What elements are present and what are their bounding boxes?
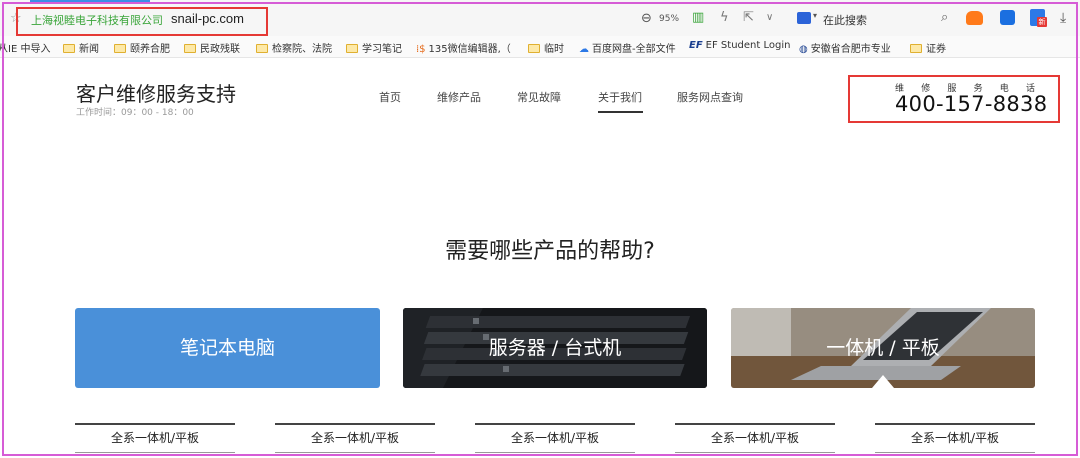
bookmark-folder-news[interactable]: 新闻 — [63, 40, 99, 55]
bookmark-baidu-pan[interactable]: ☁ 百度网盘-全部文件 — [579, 40, 679, 55]
folder-icon — [528, 44, 540, 53]
bookmark-ef-login[interactable]: EF EF Student Login — [689, 40, 790, 51]
bookmark-folder-court[interactable]: 检察院、法院 — [256, 40, 332, 55]
zoom-icon[interactable]: ⊖ — [641, 11, 652, 26]
nav-common-faults[interactable]: 常见故障 — [517, 89, 561, 105]
nav-repair-products[interactable]: 维修产品 — [437, 89, 481, 105]
search-input[interactable]: 在此搜索 — [823, 12, 867, 28]
nav-home[interactable]: 首页 — [379, 89, 401, 105]
folder-icon — [184, 44, 196, 53]
ef-logo-icon: EF — [689, 40, 703, 51]
subtab-item[interactable]: 全系一体机/平板 — [75, 423, 235, 453]
share-icon[interactable]: ⇱ — [743, 10, 754, 25]
folder-icon — [256, 44, 268, 53]
bookmark-folder-minzheng[interactable]: 民政残联 — [184, 40, 240, 55]
bookmark-anhui[interactable]: ◍ 安徽省合肥市专业 — [799, 40, 899, 55]
folder-icon — [346, 44, 358, 53]
active-card-pointer — [872, 375, 894, 388]
editor-icon: ⁞$ — [416, 44, 426, 55]
folder-icon — [63, 44, 75, 53]
game-icon[interactable] — [966, 11, 983, 25]
search-icon[interactable]: ⌕ — [941, 10, 948, 25]
bookmark-135-editor[interactable]: ⁞$ 135微信编辑器,（ — [416, 40, 520, 55]
card-label: 笔记本电脑 — [179, 337, 275, 359]
zoom-level[interactable]: 95% — [659, 14, 679, 24]
chevron-down-icon[interactable]: ∨ — [766, 12, 773, 23]
nav-service-locator[interactable]: 服务网点查询 — [677, 89, 743, 105]
folder-icon — [114, 44, 126, 53]
bookmark-folder-stocks[interactable]: 证券 — [910, 40, 946, 55]
url-highlight-box — [16, 7, 268, 36]
address-bar: ☆ 上海视睦电子科技有限公司 snail-pc.com ⊖ 95% ▥ ϟ ⇱ … — [0, 0, 1080, 36]
work-hours: 工作时间：09：00 - 18：00 — [76, 108, 194, 118]
bookmarks-bar: 从IE 中导入 新闻 颐养合肥 民政残联 检察院、法院 学习笔记 ⁞$ 135微信… — [0, 36, 1080, 58]
bookmark-folder-yiyang[interactable]: 颐养合肥 — [114, 40, 170, 55]
bookmark-folder-temp[interactable]: 临时 — [528, 40, 564, 55]
search-engine-icon[interactable] — [797, 12, 811, 24]
subtab-item[interactable]: 全系一体机/平板 — [275, 423, 435, 453]
tab-indicator — [30, 0, 150, 3]
cloud-icon: ☁ — [579, 44, 589, 55]
news-app-icon[interactable]: 新 — [1030, 9, 1047, 27]
reading-mode-icon[interactable]: ▥ — [692, 10, 704, 25]
nav-about-us[interactable]: 关于我们 — [598, 89, 642, 105]
card-laptop[interactable]: 笔记本电脑 — [75, 308, 380, 388]
subtab-item[interactable]: 全系一体机/平板 — [675, 423, 835, 453]
subtab-item[interactable]: 全系一体机/平板 — [475, 423, 635, 453]
extension-icon[interactable] — [1000, 10, 1015, 25]
site-title[interactable]: 客户维修服务支持 — [76, 78, 236, 107]
bookmark-folder-notes[interactable]: 学习笔记 — [346, 40, 402, 55]
bookmark-import[interactable]: 从IE 中导入 — [0, 40, 50, 55]
card-label: 服务器 / 台式机 — [488, 337, 622, 359]
engine-caret-icon[interactable]: ▾ — [813, 11, 817, 20]
lightning-icon[interactable]: ϟ — [720, 10, 729, 25]
phone-number: 400-157-8838 — [895, 92, 1048, 116]
folder-icon — [910, 44, 922, 53]
section-heading: 需要哪些产品的帮助? — [445, 239, 655, 264]
card-server-desktop[interactable]: 服务器 / 台式机 — [403, 308, 707, 388]
download-icon[interactable]: ⤓ — [1060, 10, 1066, 26]
new-badge: 新 — [1037, 17, 1047, 27]
globe-icon: ◍ — [799, 44, 808, 55]
nav-active-indicator — [598, 111, 643, 113]
subtab-item[interactable]: 全系一体机/平板 — [875, 423, 1035, 453]
